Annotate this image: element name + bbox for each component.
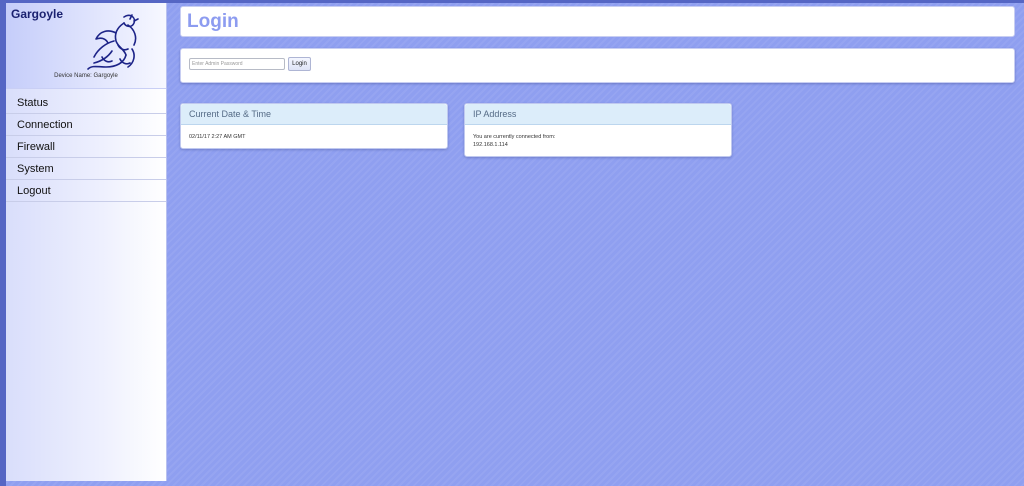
ip-address-card: IP Address You are currently connected f… xyxy=(464,103,732,157)
ip-card-title: IP Address xyxy=(465,104,731,125)
ip-address-value: 192.168.1.114 xyxy=(473,142,508,148)
device-name: Device Name: Gargoyle xyxy=(54,73,118,79)
title-panel: Login xyxy=(180,6,1015,37)
nav-menu: Status Connection Firewall System Logout xyxy=(6,92,166,202)
sidebar: Gargoyle Device Name: Gargoyle Status Co… xyxy=(6,3,167,481)
admin-password-input[interactable] xyxy=(189,58,285,70)
nav-item-system[interactable]: System xyxy=(6,158,166,180)
datetime-card: Current Date & Time 02/11/17 2:27 AM GMT xyxy=(180,103,448,149)
ip-card-body: You are currently connected from: 192.16… xyxy=(465,125,731,149)
nav-item-status[interactable]: Status xyxy=(6,92,166,114)
datetime-card-body: 02/11/17 2:27 AM GMT xyxy=(181,125,447,141)
brand-header: Gargoyle Device Name: Gargoyle xyxy=(6,3,166,89)
current-datetime-value: 02/11/17 2:27 AM GMT xyxy=(189,134,246,140)
gargoyle-logo-icon xyxy=(87,14,139,70)
login-button[interactable]: Login xyxy=(288,57,311,71)
nav-item-firewall[interactable]: Firewall xyxy=(6,136,166,158)
nav-item-logout[interactable]: Logout xyxy=(6,180,166,202)
brand-name: Gargoyle xyxy=(11,7,64,21)
nav-item-connection[interactable]: Connection xyxy=(6,114,166,136)
ip-connected-text: You are currently connected from: xyxy=(473,134,556,140)
page-title: Login xyxy=(187,11,239,32)
datetime-card-title: Current Date & Time xyxy=(181,104,447,125)
login-panel: Login xyxy=(180,48,1015,83)
